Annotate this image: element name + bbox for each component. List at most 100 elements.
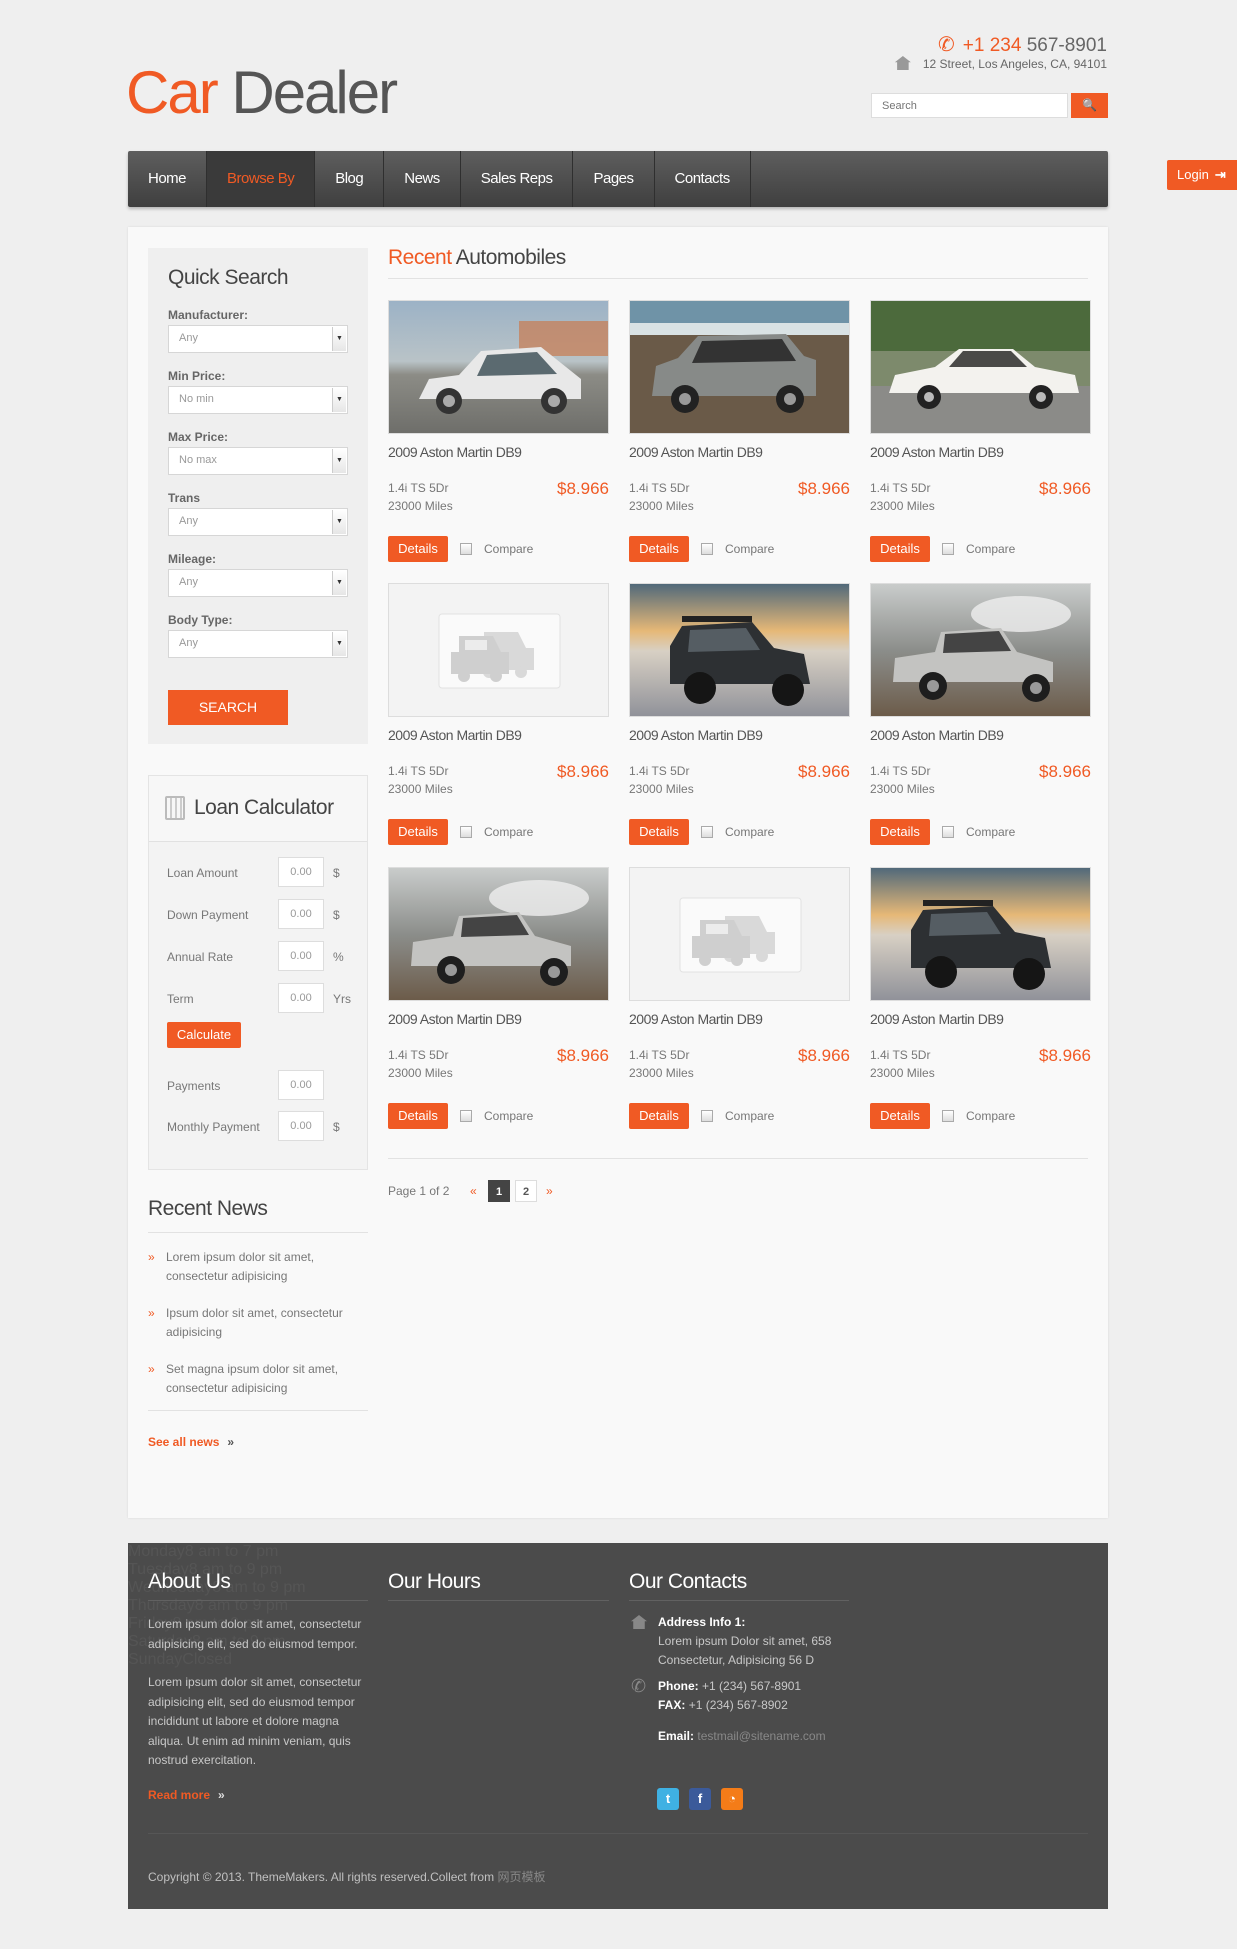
compare-checkbox[interactable] bbox=[460, 543, 472, 555]
nav-item-home[interactable]: Home bbox=[128, 151, 208, 207]
compare-checkbox[interactable] bbox=[942, 1110, 954, 1122]
details-button[interactable]: Details bbox=[388, 1103, 448, 1129]
compare-checkbox[interactable] bbox=[942, 826, 954, 838]
compare-label: Compare bbox=[966, 542, 1016, 556]
compare-label: Compare bbox=[725, 825, 775, 839]
divider bbox=[388, 1158, 1088, 1159]
car-title[interactable]: 2009 Aston Martin DB9 bbox=[388, 1011, 522, 1027]
payments-input[interactable]: 0.00 bbox=[278, 1070, 324, 1100]
down-payment-input[interactable]: 0.00 bbox=[278, 899, 324, 929]
car-engine: 1.4i TS 5Dr bbox=[629, 481, 690, 495]
news-item[interactable]: » Lorem ipsum dolor sit amet, consectetur… bbox=[148, 1248, 368, 1286]
compare-checkbox[interactable] bbox=[942, 543, 954, 555]
prev-page-link[interactable]: « bbox=[470, 1180, 477, 1202]
copyright-source-link[interactable]: 网页模板 bbox=[497, 1870, 545, 1884]
term-input[interactable]: 0.00 bbox=[278, 983, 324, 1013]
copyright: Copyright © 2013. ThemeMakers. All right… bbox=[148, 1868, 545, 1885]
monthly-payment-input[interactable]: 0.00 bbox=[278, 1111, 324, 1141]
rss-icon[interactable]: ◔ bbox=[721, 1788, 743, 1810]
car-title[interactable]: 2009 Aston Martin DB9 bbox=[388, 444, 522, 460]
car-image[interactable] bbox=[388, 867, 609, 1001]
quick-search-button[interactable]: SEARCH bbox=[168, 690, 288, 725]
quick-search-select[interactable]: No max ▼ bbox=[168, 447, 348, 475]
nav-item-pages[interactable]: Pages bbox=[573, 151, 655, 207]
divider bbox=[148, 1410, 368, 1411]
site-logo[interactable]: Car Dealer bbox=[126, 58, 398, 128]
details-button[interactable]: Details bbox=[629, 1103, 689, 1129]
car-image[interactable] bbox=[870, 867, 1091, 1001]
compare-checkbox[interactable] bbox=[460, 826, 472, 838]
car-engine: 1.4i TS 5Dr bbox=[870, 1048, 931, 1062]
quick-search-select[interactable]: Any ▼ bbox=[168, 508, 348, 536]
compare-toggle[interactable]: Compare bbox=[460, 1109, 533, 1123]
divider bbox=[388, 278, 1088, 279]
nav-item-browse-by[interactable]: Browse By bbox=[207, 151, 316, 207]
next-page-link[interactable]: » bbox=[546, 1180, 553, 1202]
car-placeholder-image[interactable] bbox=[388, 583, 609, 717]
compare-toggle[interactable]: Compare bbox=[942, 825, 1015, 839]
details-button[interactable]: Details bbox=[870, 1103, 930, 1129]
about-us-title: About Us bbox=[148, 1570, 231, 1593]
search-button[interactable]: 🔍 bbox=[1071, 93, 1108, 118]
details-button[interactable]: Details bbox=[629, 819, 689, 845]
nav-item-news[interactable]: News bbox=[384, 151, 461, 207]
read-more-link[interactable]: Read more » bbox=[148, 1788, 225, 1802]
details-button[interactable]: Details bbox=[870, 536, 930, 562]
chevron-down-icon: ▼ bbox=[332, 632, 346, 656]
fax-label: FAX: bbox=[658, 1698, 686, 1712]
page-1-link[interactable]: 1 bbox=[488, 1180, 510, 1202]
details-button[interactable]: Details bbox=[629, 536, 689, 562]
car-card: 2009 Aston Martin DB9 1.4i TS 5Dr 23000 Mi… bbox=[870, 867, 1091, 1137]
car-placeholder-image[interactable] bbox=[629, 867, 850, 1001]
loan-amount-input[interactable]: 0.00 bbox=[278, 857, 324, 887]
news-item[interactable]: » Set magna ipsum dolor sit amet, consect… bbox=[148, 1360, 368, 1398]
term-unit: Yrs bbox=[333, 992, 351, 1006]
compare-checkbox[interactable] bbox=[701, 826, 713, 838]
divider bbox=[148, 1232, 368, 1233]
compare-toggle[interactable]: Compare bbox=[701, 542, 774, 556]
car-image[interactable] bbox=[870, 583, 1091, 717]
compare-checkbox[interactable] bbox=[701, 543, 713, 555]
page-2-link[interactable]: 2 bbox=[515, 1180, 537, 1202]
login-button[interactable]: Login ⇥ bbox=[1167, 160, 1237, 190]
see-all-news-link[interactable]: See all news » bbox=[148, 1435, 234, 1449]
calculate-button[interactable]: Calculate bbox=[167, 1022, 241, 1048]
car-image[interactable] bbox=[870, 300, 1091, 434]
quick-search-select[interactable]: Any ▼ bbox=[168, 325, 348, 353]
compare-toggle[interactable]: Compare bbox=[701, 825, 774, 839]
quick-search-select[interactable]: No min ▼ bbox=[168, 386, 348, 414]
car-image[interactable] bbox=[629, 583, 850, 717]
car-card: 2009 Aston Martin DB9 1.4i TS 5Dr 23000 Mi… bbox=[388, 300, 609, 570]
details-button[interactable]: Details bbox=[388, 536, 448, 562]
car-title[interactable]: 2009 Aston Martin DB9 bbox=[629, 727, 763, 743]
nav-item-blog[interactable]: Blog bbox=[315, 151, 385, 207]
details-button[interactable]: Details bbox=[870, 819, 930, 845]
compare-toggle[interactable]: Compare bbox=[942, 1109, 1015, 1123]
car-image[interactable] bbox=[629, 300, 850, 434]
email-link[interactable]: testmail@sitename.com bbox=[697, 1729, 825, 1743]
annual-rate-input[interactable]: 0.00 bbox=[278, 941, 324, 971]
compare-toggle[interactable]: Compare bbox=[701, 1109, 774, 1123]
quick-search-select[interactable]: Any ▼ bbox=[168, 630, 348, 658]
twitter-icon[interactable]: t bbox=[657, 1788, 679, 1810]
facebook-icon[interactable]: f bbox=[689, 1788, 711, 1810]
quick-search-select[interactable]: Any ▼ bbox=[168, 569, 348, 597]
compare-checkbox[interactable] bbox=[460, 1110, 472, 1122]
car-title[interactable]: 2009 Aston Martin DB9 bbox=[870, 727, 1004, 743]
compare-toggle[interactable]: Compare bbox=[460, 825, 533, 839]
car-title[interactable]: 2009 Aston Martin DB9 bbox=[388, 727, 522, 743]
compare-toggle[interactable]: Compare bbox=[942, 542, 1015, 556]
nav-item-contacts[interactable]: Contacts bbox=[655, 151, 751, 207]
compare-checkbox[interactable] bbox=[701, 1110, 713, 1122]
news-item[interactable]: » Ipsum dolor sit amet, consectetur adipi… bbox=[148, 1304, 368, 1342]
compare-toggle[interactable]: Compare bbox=[460, 542, 533, 556]
car-title[interactable]: 2009 Aston Martin DB9 bbox=[870, 1011, 1004, 1027]
car-title[interactable]: 2009 Aston Martin DB9 bbox=[870, 444, 1004, 460]
car-title[interactable]: 2009 Aston Martin DB9 bbox=[629, 1011, 763, 1027]
car-title[interactable]: 2009 Aston Martin DB9 bbox=[629, 444, 763, 460]
car-mileage: 23000 Miles bbox=[388, 499, 453, 513]
car-image[interactable] bbox=[388, 300, 609, 434]
search-input[interactable] bbox=[871, 93, 1068, 118]
details-button[interactable]: Details bbox=[388, 819, 448, 845]
nav-item-sales-reps[interactable]: Sales Reps bbox=[461, 151, 574, 207]
